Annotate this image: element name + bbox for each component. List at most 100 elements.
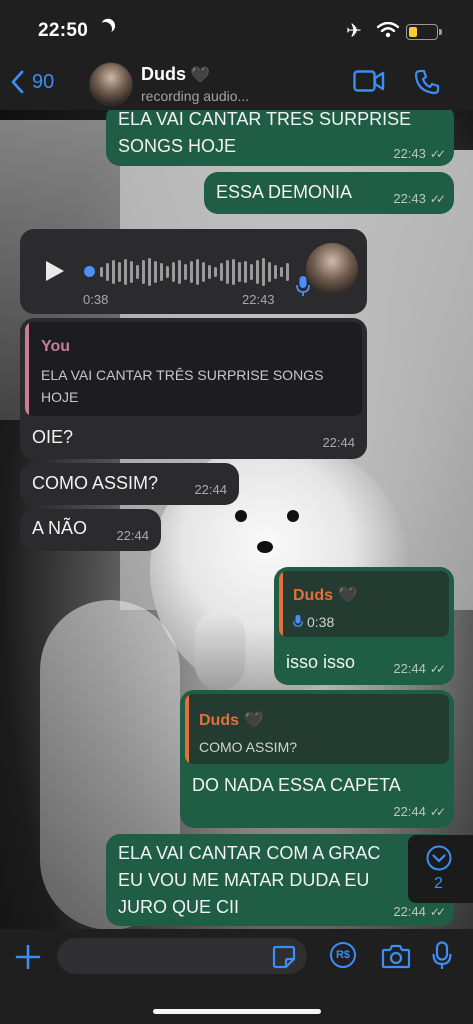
unread-chats-count: 90 — [32, 70, 55, 93]
message-time: 22:44 — [393, 904, 426, 919]
message-time: 22:44 — [194, 482, 227, 497]
playback-scrubber[interactable] — [84, 266, 95, 277]
sticker-button[interactable] — [272, 945, 296, 969]
do-not-disturb-moon-icon — [96, 20, 114, 38]
message-bubble-outgoing[interactable]: ESSA DEMONIA 22:43 ✓✓ — [204, 172, 454, 214]
message-time: 22:43 — [393, 191, 426, 206]
waveform-bar — [196, 259, 199, 285]
message-input[interactable] — [57, 938, 307, 974]
message-bubble-incoming[interactable]: You ELA VAI CANTAR TRÊS SURPRISE SONGS H… — [20, 318, 367, 459]
voice-message-bubble[interactable]: 0:38 22:43 — [20, 229, 367, 314]
waveform-bar — [238, 262, 241, 282]
airplane-mode-icon: ✈ — [346, 21, 362, 42]
waveform-bar — [100, 267, 103, 277]
message-time: 22:44 — [393, 661, 426, 676]
microphone-icon — [293, 614, 303, 627]
quote-line: ELA VAI CANTAR TRÊS SURPRISE SONGS — [41, 367, 324, 383]
chat-header: 90 Duds 🖤 recording audio... — [0, 58, 473, 110]
message-text: ELA VAI CANTAR COM A GRAC EU VOU ME MATA… — [118, 840, 380, 921]
waveform-bar — [106, 263, 109, 281]
quote-voice-duration: 0:38 — [307, 614, 335, 630]
attach-plus-button[interactable] — [14, 943, 42, 971]
battery-icon — [406, 24, 442, 40]
waveform-bar — [208, 265, 211, 279]
quoted-message[interactable]: Duds 🖤 0:38 — [279, 571, 449, 637]
waveform-bar — [214, 267, 217, 277]
dog-paw — [195, 610, 245, 690]
contact-name: Duds — [141, 64, 186, 84]
unread-count-badge: 2 — [434, 875, 443, 892]
message-text: isso isso — [286, 652, 356, 672]
message-time: 22:43 — [393, 146, 426, 161]
waveform-bar — [226, 260, 229, 284]
message-bubble-incoming[interactable]: A NÃO 22:44 — [20, 509, 161, 551]
message-line: SONGS HOJE — [118, 136, 237, 156]
waveform-bar — [286, 263, 289, 281]
message-bubble-outgoing[interactable]: Duds 🖤 0:38 isso isso 22:44 ✓✓ — [274, 567, 454, 685]
play-button[interactable] — [46, 261, 64, 281]
message-bubble-outgoing[interactable]: Duds 🖤 COMO ASSIM? DO NADA ESSA CAPETA 2… — [180, 690, 454, 828]
contact-name-area[interactable]: Duds 🖤 — [141, 64, 210, 85]
quoted-message[interactable]: You ELA VAI CANTAR TRÊS SURPRISE SONGS H… — [25, 322, 362, 416]
message-bubble-outgoing[interactable]: ELA VAI CANTAR TRES SURPRISE SONGS HOJE … — [106, 104, 454, 166]
voice-duration: 0:38 — [83, 292, 109, 307]
message-time: 22:44 — [322, 435, 355, 450]
message-line: JURO QUE CII — [118, 897, 240, 917]
message-meta: 22:43 ✓✓ — [393, 146, 446, 161]
quoted-message[interactable]: Duds 🖤 COMO ASSIM? — [185, 694, 449, 764]
message-meta: 22:44 ✓✓ — [393, 661, 446, 676]
message-meta: 22:44 ✓✓ — [393, 804, 446, 819]
waveform-bar — [232, 259, 235, 285]
message-text: ELA VAI CANTAR TRES SURPRISE SONGS HOJE — [118, 106, 411, 160]
waveform-bar — [136, 265, 139, 279]
dog-eye — [287, 510, 299, 522]
waveform-bar — [184, 264, 187, 280]
status-time: 22:50 — [38, 20, 89, 41]
quote-accent-bar — [185, 694, 189, 764]
waveform-bar — [262, 258, 265, 286]
waveform-bar — [142, 260, 145, 284]
waveform-bar — [244, 261, 247, 283]
read-receipt-icon: ✓✓ — [429, 146, 446, 161]
message-time: 22:43 — [242, 292, 275, 307]
composer-bar: R$ — [0, 929, 473, 1024]
back-button[interactable]: 90 — [10, 70, 54, 94]
waveform-bar — [172, 262, 175, 282]
message-meta: 22:44 ✓✓ — [393, 904, 446, 919]
dog-eye — [235, 510, 247, 522]
waveform-bar — [256, 260, 259, 284]
status-bar: 22:50 ✈ — [0, 0, 473, 58]
scroll-to-bottom-button[interactable]: 2 — [408, 835, 473, 903]
message-bubble-incoming[interactable]: COMO ASSIM? 22:44 — [20, 463, 239, 505]
quote-text: ELA VAI CANTAR TRÊS SURPRISE SONGS HOJE — [41, 364, 323, 408]
wallpaper-dog-face — [235, 505, 299, 555]
quote-voice: 0:38 — [293, 611, 334, 633]
message-meta: 22:43 ✓✓ — [393, 191, 446, 206]
read-receipt-icon: ✓✓ — [429, 804, 446, 819]
quote-author: Duds 🖤 — [199, 710, 263, 730]
contact-emoji: 🖤 — [190, 67, 210, 84]
quote-line: HOJE — [41, 389, 79, 405]
message-text: ESSA DEMONIA — [216, 182, 353, 202]
audio-waveform[interactable] — [100, 257, 289, 287]
video-call-button[interactable] — [353, 70, 385, 92]
sender-avatar — [306, 243, 358, 295]
voice-call-button[interactable] — [414, 69, 440, 95]
chevron-down-icon — [426, 845, 452, 871]
waveform-bar — [148, 258, 151, 286]
waveform-bar — [118, 262, 121, 282]
quote-author-name: Duds — [199, 712, 239, 729]
home-indicator — [153, 1009, 321, 1014]
contact-avatar[interactable] — [89, 62, 133, 106]
waveform-bar — [178, 260, 181, 284]
waveform-bar — [280, 267, 283, 277]
payment-button[interactable]: R$ — [330, 942, 356, 968]
voice-record-button[interactable] — [432, 941, 452, 971]
message-bubble-outgoing[interactable]: ELA VAI CANTAR COM A GRAC EU VOU ME MATA… — [106, 834, 454, 926]
waveform-bar — [190, 261, 193, 283]
waveform-bar — [130, 261, 133, 283]
quote-author-emoji: 🖤 — [337, 587, 358, 604]
camera-button[interactable] — [381, 943, 411, 969]
message-line: ELA VAI CANTAR COM A GRAC — [118, 843, 381, 863]
message-line: ELA VAI CANTAR TRES SURPRISE — [118, 109, 412, 129]
